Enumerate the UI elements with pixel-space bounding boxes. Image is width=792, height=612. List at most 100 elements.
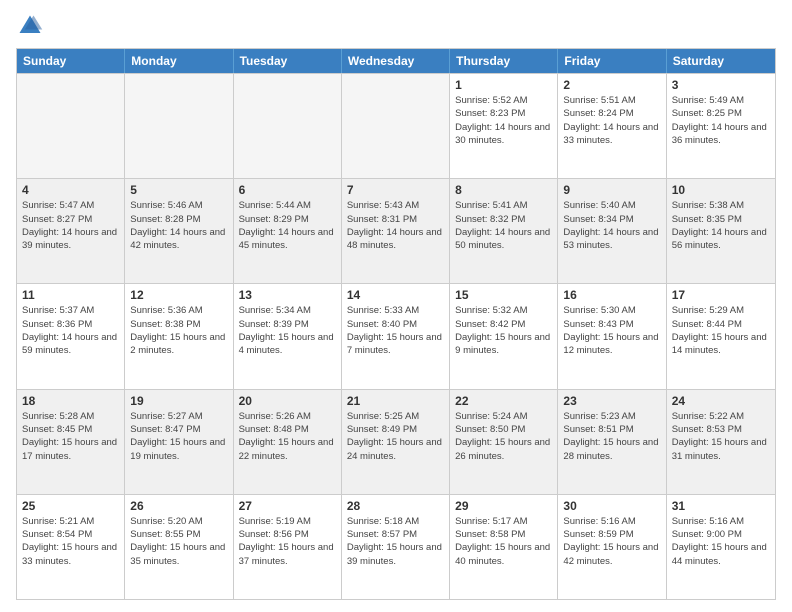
- calendar-cell: 17Sunrise: 5:29 AMSunset: 8:44 PMDayligh…: [667, 284, 775, 388]
- weekday-header: Tuesday: [234, 49, 342, 73]
- day-info: Sunrise: 5:16 AMSunset: 9:00 PMDaylight:…: [672, 515, 770, 568]
- day-info: Sunrise: 5:16 AMSunset: 8:59 PMDaylight:…: [563, 515, 660, 568]
- calendar-cell: 29 Sunrise: 5:17 AMSunset: 8:58 PMDayligh…: [450, 495, 558, 599]
- calendar-cell: 21 Sunrise: 5:25 AMSunset: 8:49 PMDayligh…: [342, 390, 450, 494]
- calendar-body: 1Sunrise: 5:52 AMSunset: 8:23 PMDaylight…: [17, 73, 775, 599]
- calendar-cell: 20 Sunrise: 5:26 AMSunset: 8:48 PMDayligh…: [234, 390, 342, 494]
- calendar-cell: [125, 74, 233, 178]
- day-info: Sunrise: 5:43 AMSunset: 8:31 PMDaylight:…: [347, 199, 444, 252]
- day-number: 17: [672, 288, 770, 302]
- day-info: Sunrise: 5:33 AMSunset: 8:40 PMDaylight:…: [347, 304, 444, 357]
- calendar-cell: 28Sunrise: 5:18 AMSunset: 8:57 PMDayligh…: [342, 495, 450, 599]
- calendar-row: 11Sunrise: 5:37 AMSunset: 8:36 PMDayligh…: [17, 283, 775, 388]
- calendar-cell: 30 Sunrise: 5:16 AMSunset: 8:59 PMDayligh…: [558, 495, 666, 599]
- weekday-header: Sunday: [17, 49, 125, 73]
- day-number: 22: [455, 394, 552, 408]
- day-info: Sunrise: 5:38 AMSunset: 8:35 PMDaylight:…: [672, 199, 770, 252]
- day-number: 13: [239, 288, 336, 302]
- calendar-cell: 5Sunrise: 5:46 AMSunset: 8:28 PMDaylight…: [125, 179, 233, 283]
- day-number: 19: [130, 394, 227, 408]
- day-number: 24: [672, 394, 770, 408]
- day-number: 21: [347, 394, 444, 408]
- day-info: Sunrise: 5:19 AMSunset: 8:56 PMDaylight:…: [239, 515, 336, 568]
- weekday-header: Thursday: [450, 49, 558, 73]
- calendar-cell: [17, 74, 125, 178]
- day-number: 10: [672, 183, 770, 197]
- day-info: Sunrise: 5:20 AMSunset: 8:55 PMDaylight:…: [130, 515, 227, 568]
- day-number: 14: [347, 288, 444, 302]
- day-number: 23: [563, 394, 660, 408]
- day-info: Sunrise: 5:25 AMSunset: 8:49 PMDaylight:…: [347, 410, 444, 463]
- day-number: 18: [22, 394, 119, 408]
- day-info: Sunrise: 5:26 AMSunset: 8:48 PMDaylight:…: [239, 410, 336, 463]
- calendar-cell: 13 Sunrise: 5:34 AMSunset: 8:39 PMDayligh…: [234, 284, 342, 388]
- calendar-cell: 8Sunrise: 5:41 AMSunset: 8:32 PMDaylight…: [450, 179, 558, 283]
- day-info: Sunrise: 5:46 AMSunset: 8:28 PMDaylight:…: [130, 199, 227, 252]
- weekday-header: Friday: [558, 49, 666, 73]
- day-info: Sunrise: 5:24 AMSunset: 8:50 PMDaylight:…: [455, 410, 552, 463]
- day-info: Sunrise: 5:30 AMSunset: 8:43 PMDaylight:…: [563, 304, 660, 357]
- day-number: 7: [347, 183, 444, 197]
- calendar-cell: 26 Sunrise: 5:20 AMSunset: 8:55 PMDayligh…: [125, 495, 233, 599]
- weekday-header: Monday: [125, 49, 233, 73]
- calendar-cell: 22 Sunrise: 5:24 AMSunset: 8:50 PMDayligh…: [450, 390, 558, 494]
- day-info: Sunrise: 5:17 AMSunset: 8:58 PMDaylight:…: [455, 515, 552, 568]
- day-info: Sunrise: 5:21 AMSunset: 8:54 PMDaylight:…: [22, 515, 119, 568]
- calendar-cell: 11Sunrise: 5:37 AMSunset: 8:36 PMDayligh…: [17, 284, 125, 388]
- calendar-cell: 14 Sunrise: 5:33 AMSunset: 8:40 PMDayligh…: [342, 284, 450, 388]
- calendar-header: SundayMondayTuesdayWednesdayThursdayFrid…: [17, 49, 775, 73]
- day-number: 20: [239, 394, 336, 408]
- calendar-cell: [234, 74, 342, 178]
- day-number: 6: [239, 183, 336, 197]
- calendar-row: 1Sunrise: 5:52 AMSunset: 8:23 PMDaylight…: [17, 73, 775, 178]
- calendar-row: 4Sunrise: 5:47 AMSunset: 8:27 PMDaylight…: [17, 178, 775, 283]
- day-number: 25: [22, 499, 119, 513]
- calendar: SundayMondayTuesdayWednesdayThursdayFrid…: [16, 48, 776, 600]
- weekday-header: Wednesday: [342, 49, 450, 73]
- day-info: Sunrise: 5:37 AMSunset: 8:36 PMDaylight:…: [22, 304, 119, 357]
- logo: [16, 12, 48, 40]
- weekday-header: Saturday: [667, 49, 775, 73]
- calendar-cell: 7 Sunrise: 5:43 AMSunset: 8:31 PMDaylight…: [342, 179, 450, 283]
- calendar-cell: 19Sunrise: 5:27 AMSunset: 8:47 PMDayligh…: [125, 390, 233, 494]
- day-number: 9: [563, 183, 660, 197]
- calendar-cell: 1Sunrise: 5:52 AMSunset: 8:23 PMDaylight…: [450, 74, 558, 178]
- day-number: 1: [455, 78, 552, 92]
- calendar-cell: 10 Sunrise: 5:38 AMSunset: 8:35 PMDayligh…: [667, 179, 775, 283]
- day-info: Sunrise: 5:28 AMSunset: 8:45 PMDaylight:…: [22, 410, 119, 463]
- day-number: 16: [563, 288, 660, 302]
- calendar-cell: 25 Sunrise: 5:21 AMSunset: 8:54 PMDayligh…: [17, 495, 125, 599]
- day-number: 8: [455, 183, 552, 197]
- day-info: Sunrise: 5:23 AMSunset: 8:51 PMDaylight:…: [563, 410, 660, 463]
- day-number: 12: [130, 288, 227, 302]
- day-info: Sunrise: 5:44 AMSunset: 8:29 PMDaylight:…: [239, 199, 336, 252]
- day-info: Sunrise: 5:49 AMSunset: 8:25 PMDaylight:…: [672, 94, 770, 147]
- day-number: 30: [563, 499, 660, 513]
- day-number: 26: [130, 499, 227, 513]
- calendar-cell: 23 Sunrise: 5:23 AMSunset: 8:51 PMDayligh…: [558, 390, 666, 494]
- day-info: Sunrise: 5:34 AMSunset: 8:39 PMDaylight:…: [239, 304, 336, 357]
- calendar-row: 25 Sunrise: 5:21 AMSunset: 8:54 PMDayligh…: [17, 494, 775, 599]
- day-number: 15: [455, 288, 552, 302]
- calendar-cell: 15 Sunrise: 5:32 AMSunset: 8:42 PMDayligh…: [450, 284, 558, 388]
- calendar-cell: 2Sunrise: 5:51 AMSunset: 8:24 PMDaylight…: [558, 74, 666, 178]
- calendar-cell: 31Sunrise: 5:16 AMSunset: 9:00 PMDayligh…: [667, 495, 775, 599]
- day-number: 29: [455, 499, 552, 513]
- calendar-row: 18 Sunrise: 5:28 AMSunset: 8:45 PMDayligh…: [17, 389, 775, 494]
- calendar-cell: [342, 74, 450, 178]
- day-number: 3: [672, 78, 770, 92]
- calendar-cell: 18 Sunrise: 5:28 AMSunset: 8:45 PMDayligh…: [17, 390, 125, 494]
- logo-icon: [16, 12, 44, 40]
- day-number: 28: [347, 499, 444, 513]
- calendar-cell: 24 Sunrise: 5:22 AMSunset: 8:53 PMDayligh…: [667, 390, 775, 494]
- day-info: Sunrise: 5:36 AMSunset: 8:38 PMDaylight:…: [130, 304, 227, 357]
- day-info: Sunrise: 5:40 AMSunset: 8:34 PMDaylight:…: [563, 199, 660, 252]
- calendar-cell: 4Sunrise: 5:47 AMSunset: 8:27 PMDaylight…: [17, 179, 125, 283]
- day-number: 2: [563, 78, 660, 92]
- day-info: Sunrise: 5:32 AMSunset: 8:42 PMDaylight:…: [455, 304, 552, 357]
- page: SundayMondayTuesdayWednesdayThursdayFrid…: [0, 0, 792, 612]
- day-number: 27: [239, 499, 336, 513]
- calendar-cell: 6 Sunrise: 5:44 AMSunset: 8:29 PMDaylight…: [234, 179, 342, 283]
- calendar-cell: 9 Sunrise: 5:40 AMSunset: 8:34 PMDaylight…: [558, 179, 666, 283]
- day-info: Sunrise: 5:22 AMSunset: 8:53 PMDaylight:…: [672, 410, 770, 463]
